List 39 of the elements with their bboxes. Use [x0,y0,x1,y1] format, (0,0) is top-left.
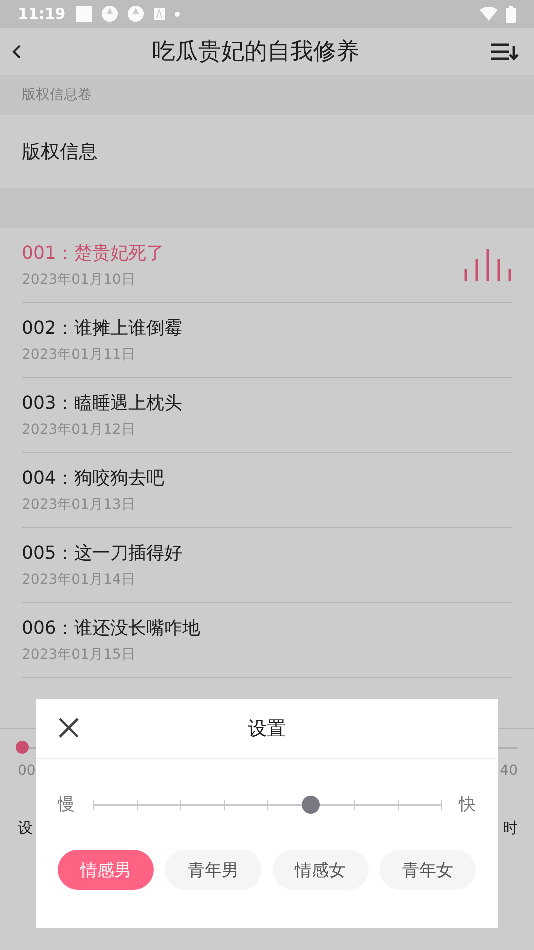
chapter-title[interactable]: 005：这一刀插得好 [22,541,512,565]
aperture-icon [128,6,144,22]
chapter-title[interactable]: 006：谁还没长嘴咋地 [22,616,512,640]
chapter-date: 2023年01月11日 [22,346,136,364]
chapter-title[interactable]: 版权信息 [22,138,98,164]
status-time: 11:19 [18,5,66,23]
voice-chip[interactable]: 青年男 [165,850,262,890]
control-label[interactable]: 设 [18,819,33,838]
slow-label: 慢 [58,794,75,816]
chapter-date: 2023年01月12日 [22,421,136,439]
dot-icon [174,12,180,16]
sort-list-icon[interactable] [490,42,520,60]
voice-chip[interactable]: 情感女 [272,850,369,890]
chapter-date: 2023年01月13日 [22,496,136,514]
close-icon[interactable] [58,717,80,739]
back-icon[interactable] [12,44,22,60]
slider-thumb[interactable] [302,796,320,814]
chapter-date: 2023年01月14日 [22,571,136,589]
aperture-icon [102,6,118,22]
speed-slider[interactable] [93,794,441,814]
square-icon [76,6,92,22]
chapter-title[interactable]: 002：谁摊上谁倒霉 [22,316,512,340]
total-time: 40 [500,763,518,779]
equalizer-icon [464,249,512,281]
chapter-title[interactable]: 004：狗咬狗去吧 [22,466,512,490]
fast-label: 快 [459,794,476,816]
chapter-date: 2023年01月15日 [22,646,136,664]
dialog-title: 设置 [248,716,286,742]
voice-chip[interactable]: 青年女 [380,850,476,890]
battery-icon [506,6,516,22]
chapter-title[interactable]: 003：瞌睡遇上枕头 [22,391,512,415]
keyboard-icon [154,8,165,20]
volume-label: 版权信息卷 [22,86,92,104]
chapter-date: 2023年01月10日 [22,271,136,289]
control-label[interactable]: 时 [503,819,518,838]
current-time: 00 [18,763,36,779]
book-title: 吃瓜贵妃的自我修养 [152,38,360,67]
progress-thumb[interactable] [16,741,29,754]
wifi-icon [480,7,498,21]
